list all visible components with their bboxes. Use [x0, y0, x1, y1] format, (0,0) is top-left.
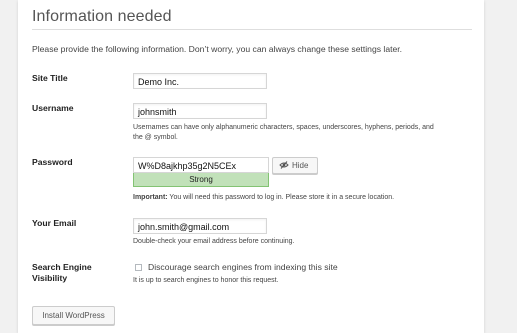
heading-divider — [32, 29, 472, 30]
password-input[interactable]: W%D8ajkhp35g2N5CEx — [133, 157, 269, 173]
email-input[interactable]: john.smith@gmail.com — [133, 218, 267, 234]
email-description: Double-check your email address before c… — [133, 238, 295, 245]
discourage-search-checkbox[interactable] — [135, 264, 142, 271]
search-visibility-label-line2: Visibility — [32, 273, 68, 283]
important-text: You will need this password to log in. P… — [167, 194, 395, 201]
intro-text: Please provide the following information… — [32, 44, 403, 54]
username-description-line1: Usernames can have only alphanumeric cha… — [133, 124, 434, 131]
important-prefix: Important: — [133, 194, 168, 201]
email-label: Your Email — [32, 218, 77, 228]
username-description: Usernames can have only alphanumeric cha… — [133, 123, 434, 143]
search-visibility-label-line1: Search Engine — [32, 262, 92, 272]
username-description-line2: the @ symbol. — [133, 134, 178, 141]
password-important-note: Important: You will need this password t… — [133, 193, 394, 203]
install-wordpress-button[interactable]: Install WordPress — [32, 306, 115, 325]
search-visibility-description: It is up to search engines to honor this… — [133, 277, 279, 284]
hide-password-button[interactable]: Hide — [272, 157, 318, 174]
search-visibility-label: Search Engine Visibility — [32, 262, 92, 284]
password-strength-meter: Strong — [133, 173, 269, 187]
hide-password-label: Hide — [292, 161, 309, 170]
username-label: Username — [32, 103, 74, 113]
discourage-search-label[interactable]: Discourage search engines from indexing … — [148, 262, 338, 272]
site-title-input[interactable]: Demo Inc. — [133, 73, 267, 89]
setup-panel: Information needed Please provide the fo… — [18, 0, 484, 333]
page-heading: Information needed — [32, 8, 172, 25]
eye-slash-icon — [279, 160, 292, 171]
password-label: Password — [32, 157, 73, 167]
site-title-label: Site Title — [32, 73, 68, 83]
username-input[interactable]: johnsmith — [133, 103, 267, 119]
password-field-group: W%D8ajkhp35g2N5CEx Strong — [133, 157, 269, 187]
